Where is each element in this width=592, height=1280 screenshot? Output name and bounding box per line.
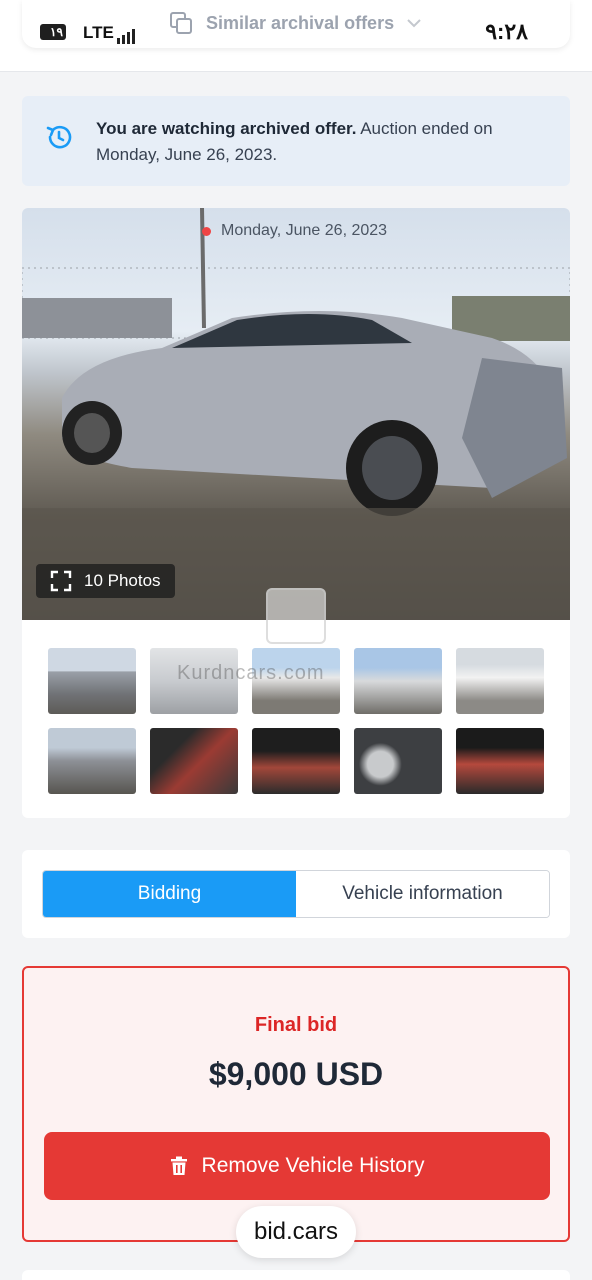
watermark-logo	[266, 588, 326, 644]
tabs-card: Bidding Vehicle information	[22, 850, 570, 938]
auction-date-label: Monday, June 26, 2023	[202, 222, 387, 240]
remove-vehicle-history-button[interactable]: Remove Vehicle History	[44, 1132, 550, 1200]
thumbnail[interactable]	[48, 728, 136, 794]
photos-count-label: 10 Photos	[84, 571, 161, 590]
next-card-edge	[22, 1270, 570, 1280]
tab-vehicle-information[interactable]: Vehicle information	[296, 871, 549, 917]
chevron-down-icon	[407, 19, 421, 28]
trash-icon	[170, 1156, 187, 1175]
copy-icon	[170, 12, 192, 34]
thumbnail[interactable]	[252, 728, 340, 794]
photos-button[interactable]: 10 Photos	[36, 564, 175, 598]
history-icon	[46, 125, 72, 149]
network-label: LTE	[83, 23, 114, 42]
final-bid-amount: $9,000 USD	[208, 1056, 384, 1092]
thumbnail[interactable]	[48, 648, 136, 714]
red-dot-icon	[202, 226, 211, 236]
notice-bold-text: You are watching archived offer.	[96, 119, 357, 138]
tab-bar: Bidding Vehicle information	[42, 870, 550, 918]
thumbnail[interactable]	[456, 728, 544, 794]
top-bar: ١٩ LTE Similar archival offers ٩:٢٨	[0, 0, 592, 72]
watermark-text: Kurdncars.com	[177, 662, 325, 684]
similar-offers-dropdown[interactable]: Similar archival offers	[168, 8, 422, 38]
signal-icon	[117, 26, 137, 44]
thumbnail[interactable]	[354, 648, 442, 714]
notice-text: You are watching archived offer. Auction…	[96, 116, 536, 168]
thumbnail[interactable]	[150, 728, 238, 794]
clock: ٩:٢٨	[485, 19, 528, 44]
remove-vehicle-history-label: Remove Vehicle History	[201, 1154, 425, 1177]
photo-gallery: Monday, June 26, 2023 10 Photos Kurdncar…	[22, 208, 570, 818]
auction-date: Monday, June 26, 2023	[221, 222, 388, 239]
main-vehicle-photo[interactable]: Monday, June 26, 2023 10 Photos	[22, 208, 570, 620]
fullscreen-icon	[50, 570, 72, 592]
sim-badge: ١٩	[40, 24, 66, 40]
thumbnail[interactable]	[354, 728, 442, 794]
car-photo-illustration	[22, 208, 570, 620]
thumbnail[interactable]	[456, 648, 544, 714]
final-bid-label: Final bid	[254, 1014, 338, 1036]
similar-offers-label: Similar archival offers	[206, 12, 395, 33]
archived-notice: You are watching archived offer. Auction…	[22, 96, 570, 186]
final-bid-card: Final bid $9,000 USD Remove Vehicle Hist…	[22, 966, 570, 1242]
brand-badge[interactable]: bid.cars	[236, 1206, 356, 1258]
tab-bidding[interactable]: Bidding	[43, 871, 296, 917]
